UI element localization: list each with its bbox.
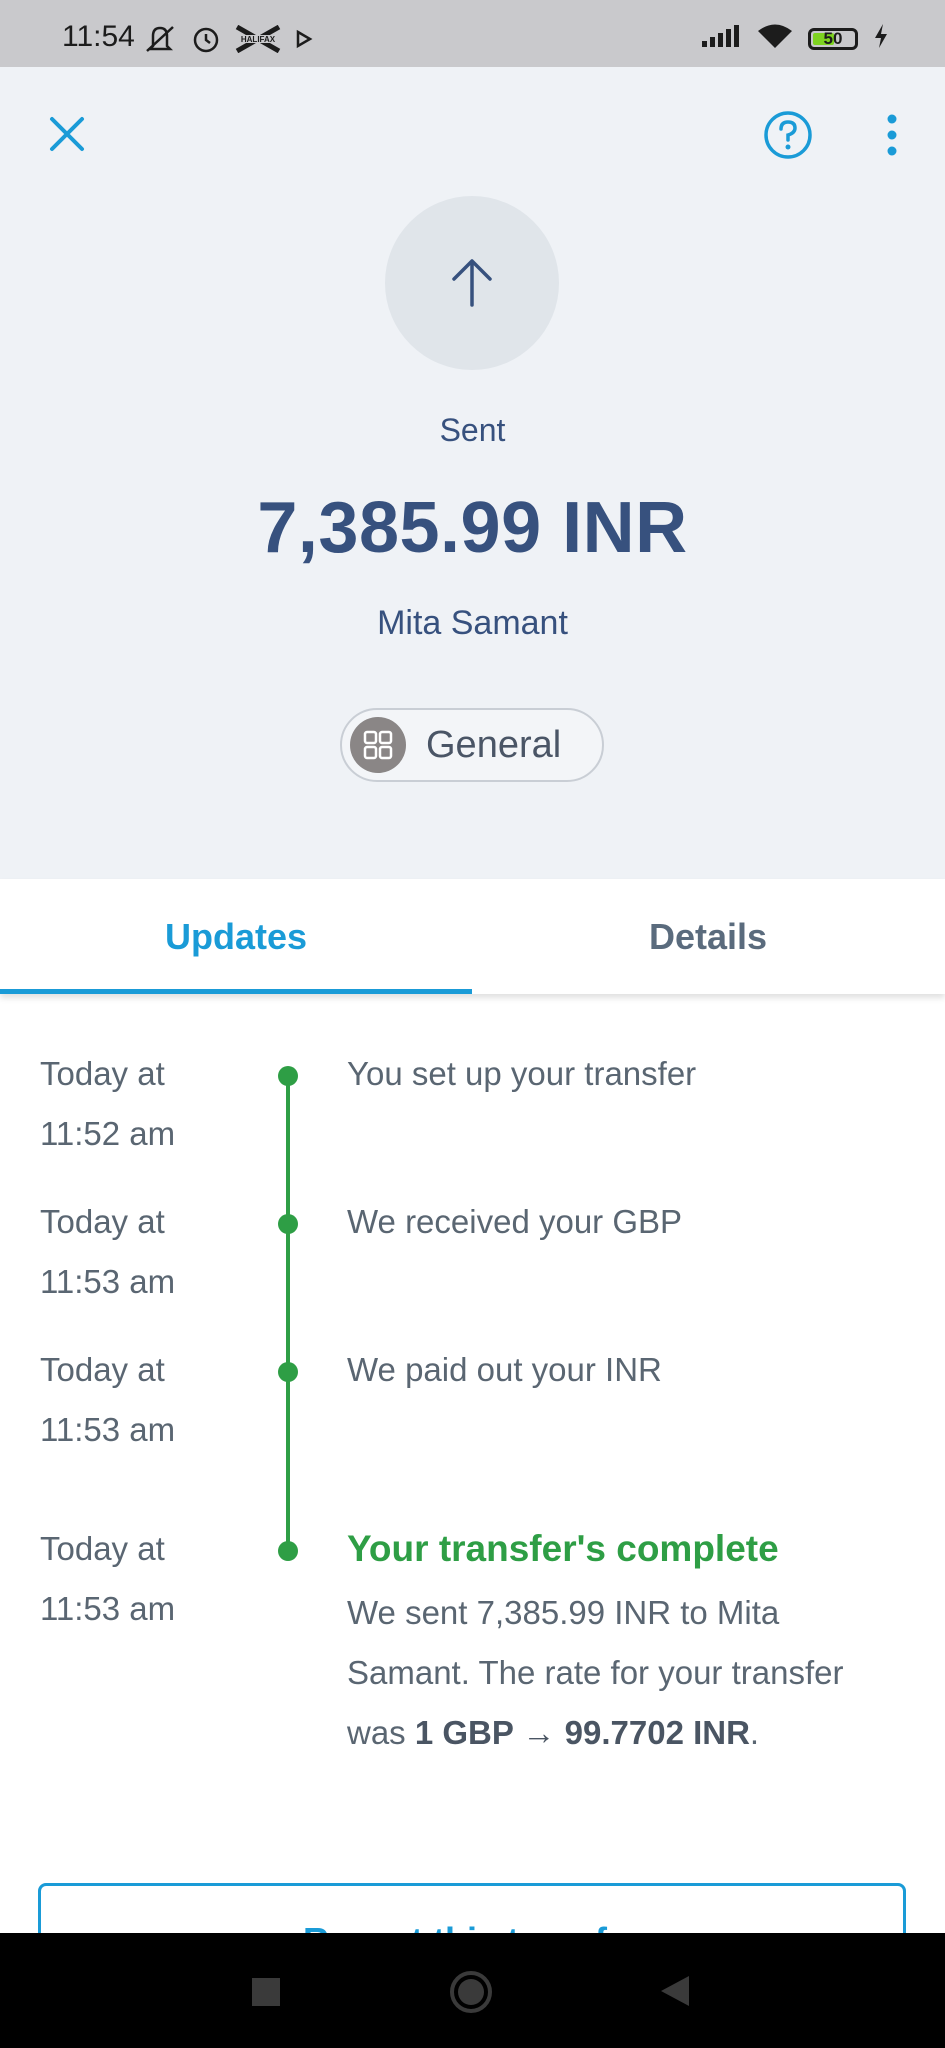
transfer-direction-badge <box>385 196 559 370</box>
event-text: We paid out your INR <box>347 1351 662 1388</box>
navigation-bar <box>0 1933 945 2048</box>
event-dot <box>278 1541 298 1561</box>
event-date: Today at 11:53 am <box>40 1519 175 1639</box>
close-icon <box>50 117 84 151</box>
close-button[interactable] <box>40 107 96 163</box>
category-label: General <box>426 723 562 766</box>
tab-bar: Updates Details <box>0 879 945 994</box>
battery-icon: 50 <box>808 27 858 50</box>
tab-details[interactable]: Details <box>472 879 944 994</box>
event-date-time: 11:53 am <box>40 1590 176 1627</box>
event-date-time: 11:52 am <box>40 1115 176 1152</box>
event-date: Today at 11:53 am <box>40 1340 175 1460</box>
timeline-line <box>286 1074 290 1554</box>
grid-icon <box>350 717 406 773</box>
recipient-name: Mita Samant <box>377 604 568 642</box>
event-date: Today at 11:52 am <box>40 1044 175 1164</box>
category-chip[interactable]: General <box>340 708 604 782</box>
event-date-time: 11:53 am <box>40 1411 176 1448</box>
complete-description: We sent 7,385.99 INR to Mita Samant. The… <box>347 1583 907 1763</box>
event-date-day: Today at <box>40 1351 165 1388</box>
wifi-icon <box>756 22 794 55</box>
transfer-amount: 7,385.99 INR <box>257 488 688 568</box>
tab-updates[interactable]: Updates <box>0 879 472 994</box>
halifax-icon: HALIFAX <box>235 24 281 58</box>
more-options-button[interactable] <box>868 107 916 163</box>
event-date-day: Today at <box>40 1055 165 1092</box>
signal-icon <box>700 23 742 54</box>
transfer-status: Sent <box>439 412 506 448</box>
event-dot <box>278 1362 298 1382</box>
description-suffix: . <box>749 1714 760 1751</box>
complete-title: Your transfer's complete <box>347 1528 779 1569</box>
event-date-time: 11:53 am <box>40 1263 176 1300</box>
arrow-up-icon <box>452 259 492 307</box>
home-icon[interactable] <box>449 1970 493 2014</box>
event-text: You set up your transfer <box>347 1055 697 1092</box>
status-icons-right: 50 <box>700 22 890 55</box>
event-text: We received your GBP <box>347 1203 683 1240</box>
event-dot <box>278 1066 298 1086</box>
event-text: Your transfer's complete We sent 7,385.9… <box>347 1519 907 1763</box>
status-bar: 11:54 HALIFAX 50 <box>0 0 945 67</box>
help-button[interactable] <box>760 107 816 163</box>
event-dot <box>278 1214 298 1234</box>
more-vertical-icon <box>887 114 897 156</box>
battery-level: 50 <box>823 28 843 48</box>
exchange-rate: 1 GBP → 99.7702 INR <box>414 1714 750 1751</box>
mute-icon <box>143 24 177 59</box>
play-icon <box>295 29 313 54</box>
alarm-icon <box>191 24 221 59</box>
event-date: Today at 11:53 am <box>40 1192 175 1312</box>
event-date-day: Today at <box>40 1203 165 1240</box>
transfer-header: Sent 7,385.99 INR Mita Samant General <box>0 67 945 879</box>
status-icons-left: HALIFAX <box>143 24 313 59</box>
status-time: 11:54 <box>62 20 135 53</box>
recents-icon[interactable] <box>252 1978 280 2006</box>
event-date-day: Today at <box>40 1530 165 1567</box>
svg-text:HALIFAX: HALIFAX <box>241 35 276 44</box>
back-icon[interactable] <box>659 1974 691 2008</box>
help-icon <box>764 111 812 159</box>
charging-icon <box>872 22 890 55</box>
